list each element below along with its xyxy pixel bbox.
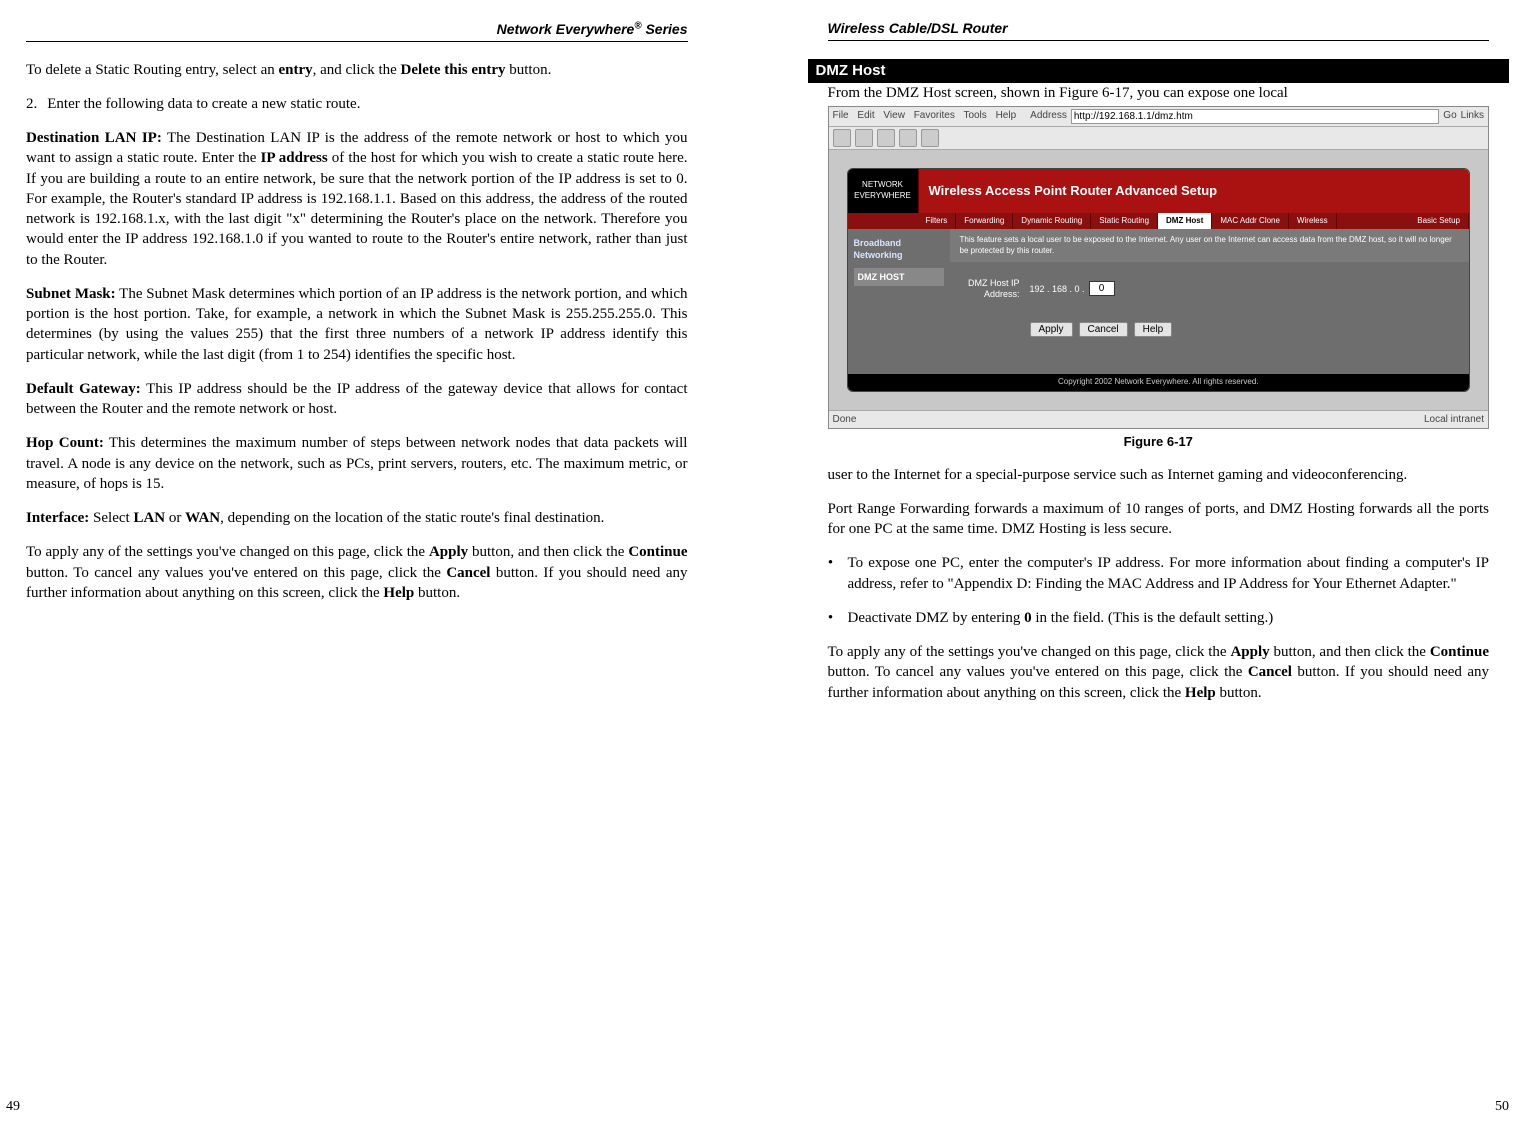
form-buttons: Apply Cancel Help — [950, 318, 1470, 351]
section-heading: DMZ Host — [808, 59, 1510, 83]
router-panel: NETWORK EVERYWHERE Wireless Access Point… — [847, 168, 1471, 392]
feature-description: This feature sets a local user to be exp… — [950, 229, 1470, 262]
subnet-mask-para: Subnet Mask: The Subnet Mask determines … — [26, 284, 688, 365]
bullet-1-text: To expose one PC, enter the computer's I… — [848, 553, 1490, 594]
tab-forwarding[interactable]: Forwarding — [956, 213, 1013, 230]
menu-favorites[interactable]: Favorites — [914, 110, 955, 121]
browser-menubar: File Edit View Favorites Tools Help Addr… — [829, 107, 1489, 127]
status-done: Done — [833, 413, 857, 427]
tab-mac-clone[interactable]: MAC Addr Clone — [1212, 213, 1289, 230]
banner: NETWORK EVERYWHERE Wireless Access Point… — [848, 169, 1470, 213]
header-left: Network Everywhere® Series — [26, 20, 688, 42]
ip-prefix: 192 . 168 . 0 . — [1030, 283, 1085, 295]
panel-body: Broadband Networking DMZ HOST This featu… — [848, 229, 1470, 373]
menu-help[interactable]: Help — [996, 110, 1017, 121]
stop-icon[interactable] — [877, 129, 895, 147]
figure-6-17: File Edit View Favorites Tools Help Addr… — [828, 106, 1490, 430]
status-bar: Done Local intranet — [829, 410, 1489, 429]
bullet-icon: • — [828, 608, 834, 628]
step-2: 2. Enter the following data to create a … — [26, 94, 688, 114]
port-range-para: Port Range Forwarding forwards a maximum… — [828, 499, 1490, 540]
copyright: Copyright 2002 Network Everywhere. All r… — [848, 374, 1470, 391]
tab-wireless[interactable]: Wireless — [1289, 213, 1337, 230]
page-left: Network Everywhere® Series To delete a S… — [0, 0, 758, 1133]
hop-count-para: Hop Count: This determines the maximum n… — [26, 433, 688, 494]
address-bar: Address Go Links — [1030, 109, 1484, 124]
right-column: This feature sets a local user to be exp… — [950, 229, 1470, 373]
step-number: 2. — [26, 94, 37, 114]
bullet-2-text: Deactivate DMZ by entering 0 in the fiel… — [848, 608, 1490, 628]
content-left: To delete a Static Routing entry, select… — [26, 60, 688, 1113]
tab-basic-setup[interactable]: Basic Setup — [1409, 213, 1469, 230]
default-gateway-para: Default Gateway: This IP address should … — [26, 379, 688, 420]
links-label[interactable]: Links — [1461, 109, 1484, 123]
apply-settings-para-left: To apply any of the settings you've chan… — [26, 542, 688, 603]
menu-items[interactable]: File Edit View Favorites Tools Help — [833, 109, 1023, 123]
destination-lan-ip-para: Destination LAN IP: The Destination LAN … — [26, 128, 688, 270]
content-right: DMZ Host From the DMZ Host screen, shown… — [828, 59, 1490, 1113]
forward-icon[interactable] — [855, 129, 873, 147]
menu-file[interactable]: File — [833, 110, 849, 121]
page-right: Wireless Cable/DSL Router DMZ Host From … — [758, 0, 1515, 1133]
tab-static-routing[interactable]: Static Routing — [1091, 213, 1158, 230]
address-label: Address — [1030, 109, 1067, 123]
step-text: Enter the following data to create a new… — [47, 94, 360, 114]
logo: NETWORK EVERYWHERE — [848, 169, 919, 213]
help-button[interactable]: Help — [1134, 322, 1173, 337]
home-icon[interactable] — [921, 129, 939, 147]
apply-button[interactable]: Apply — [1030, 322, 1073, 337]
apply-settings-para-right: To apply any of the settings you've chan… — [828, 642, 1490, 703]
header-right: Wireless Cable/DSL Router — [828, 20, 1490, 41]
bullet-2: • Deactivate DMZ by entering 0 in the fi… — [828, 608, 1490, 628]
status-zone: Local intranet — [1424, 413, 1484, 427]
page-number-right: 50 — [1495, 1099, 1509, 1115]
back-icon[interactable] — [833, 129, 851, 147]
tab-bar: Filters Forwarding Dynamic Routing Stati… — [848, 213, 1470, 230]
figure-caption: Figure 6-17 — [828, 433, 1490, 451]
intro-line: From the DMZ Host screen, shown in Figur… — [828, 83, 1490, 103]
menu-tools[interactable]: Tools — [963, 110, 986, 121]
cancel-button[interactable]: Cancel — [1079, 322, 1128, 337]
ip-line: 192 . 168 . 0 . — [1030, 281, 1115, 296]
dmz-ip-label: DMZ Host IP Address: — [960, 278, 1020, 300]
browser-window: File Edit View Favorites Tools Help Addr… — [828, 106, 1490, 430]
ip-last-octet-input[interactable] — [1089, 281, 1115, 296]
delete-entry-para: To delete a Static Routing entry, select… — [26, 60, 688, 80]
left-column: Broadband Networking DMZ HOST — [848, 229, 950, 373]
bullet-1: • To expose one PC, enter the computer's… — [828, 553, 1490, 594]
address-input[interactable] — [1071, 109, 1439, 124]
user-to-internet-para: user to the Internet for a special-purpo… — [828, 465, 1490, 485]
tab-dmz-host[interactable]: DMZ Host — [1158, 213, 1212, 230]
refresh-icon[interactable] — [899, 129, 917, 147]
page-spread: Network Everywhere® Series To delete a S… — [0, 0, 1515, 1133]
page-surface: NETWORK EVERYWHERE Wireless Access Point… — [829, 150, 1489, 410]
dmz-form: DMZ Host IP Address: 192 . 168 . 0 . — [950, 262, 1470, 318]
bullet-icon: • — [828, 553, 834, 594]
category-label: Broadband Networking — [854, 237, 944, 261]
menu-edit[interactable]: Edit — [857, 110, 874, 121]
nav-toolbar — [829, 127, 1489, 150]
go-button[interactable]: Go — [1443, 109, 1456, 123]
tab-filters[interactable]: Filters — [918, 213, 957, 230]
menu-view[interactable]: View — [883, 110, 905, 121]
selected-page: DMZ HOST — [854, 268, 944, 286]
page-number-left: 49 — [6, 1099, 20, 1115]
interface-para: Interface: Select LAN or WAN, depending … — [26, 508, 688, 528]
tab-dynamic-routing[interactable]: Dynamic Routing — [1013, 213, 1091, 230]
series-title: Network Everywhere® Series — [497, 21, 688, 37]
banner-title: Wireless Access Point Router Advanced Se… — [919, 169, 1470, 213]
